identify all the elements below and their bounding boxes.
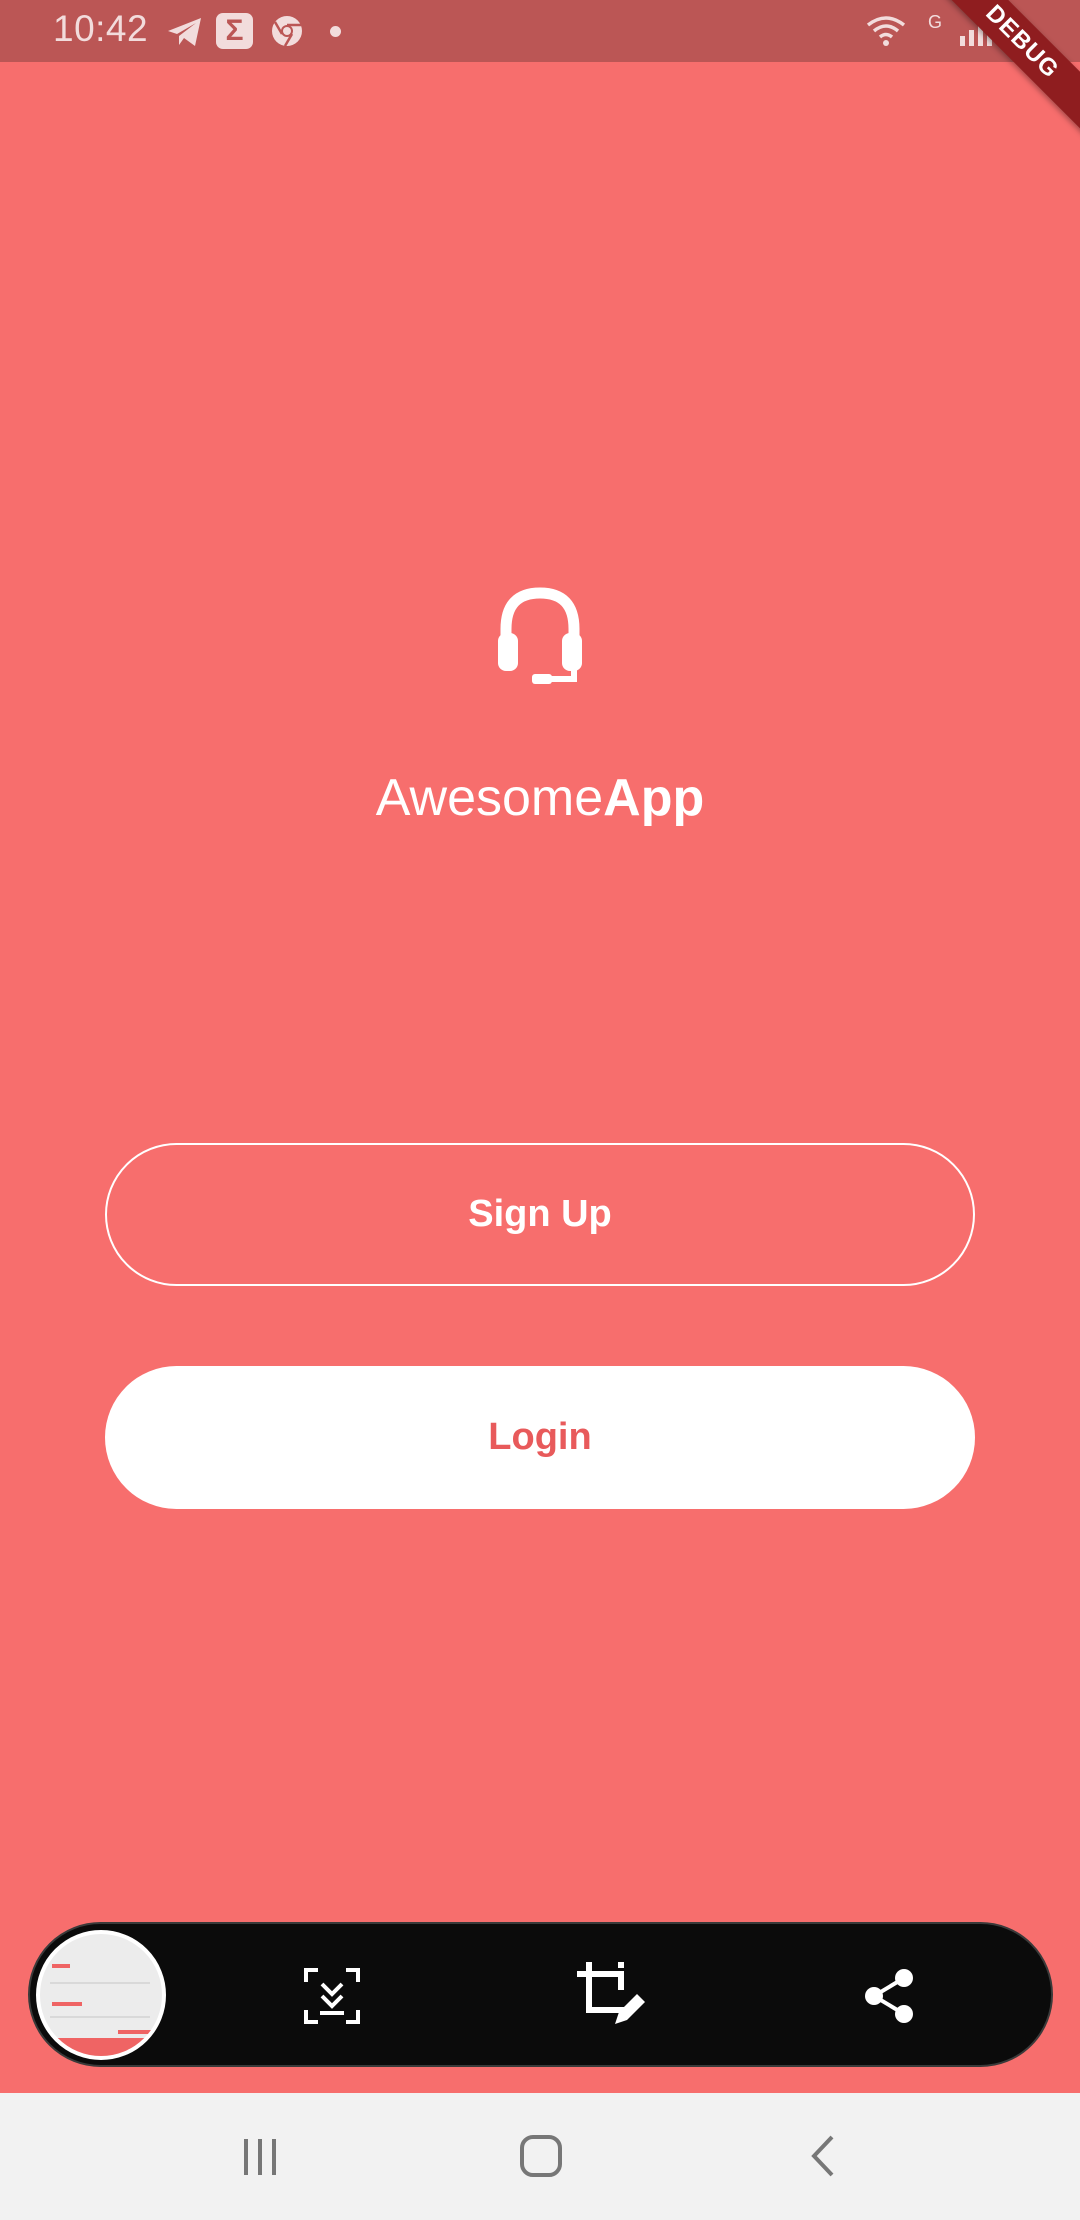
headset-icon <box>498 587 582 684</box>
status-time: 10:42 <box>53 8 149 49</box>
thumb-line <box>50 1982 150 1984</box>
recent-apps-icon[interactable] <box>236 2131 286 2181</box>
share-icon[interactable] <box>860 1966 920 2026</box>
thumb-mark <box>118 2030 152 2034</box>
screenshot-thumbnail[interactable] <box>36 1930 166 2060</box>
back-icon[interactable] <box>800 2131 850 2181</box>
home-icon[interactable] <box>516 2131 566 2181</box>
crop-edit-icon[interactable] <box>575 1960 649 2030</box>
screenshot-toolbar <box>28 1922 1053 2067</box>
app-title-bold: App <box>603 769 705 827</box>
chrome-icon <box>272 16 302 47</box>
wifi-icon <box>866 16 906 46</box>
thumb-bar <box>40 2038 162 2056</box>
status-bar: 10:42 Σ G <box>0 0 1080 62</box>
telegram-icon <box>168 18 201 46</box>
app-title-regular: Awesome <box>375 769 604 827</box>
sign-up-button[interactable]: Sign Up <box>105 1143 975 1286</box>
navigation-bar <box>0 2093 1080 2220</box>
login-button[interactable]: Login <box>105 1366 975 1509</box>
sign-up-label: Sign Up <box>468 1193 612 1235</box>
thumb-mark <box>52 1964 70 1968</box>
app-title: AwesomeApp <box>0 768 1080 828</box>
thumb-mark <box>52 2002 82 2006</box>
scroll-capture-icon[interactable] <box>302 1966 362 2026</box>
thumb-line <box>50 2016 150 2018</box>
network-type-label: G <box>928 12 943 32</box>
sigma-app-icon: Σ <box>216 13 253 49</box>
login-label: Login <box>488 1416 592 1458</box>
notification-dot <box>330 26 341 37</box>
